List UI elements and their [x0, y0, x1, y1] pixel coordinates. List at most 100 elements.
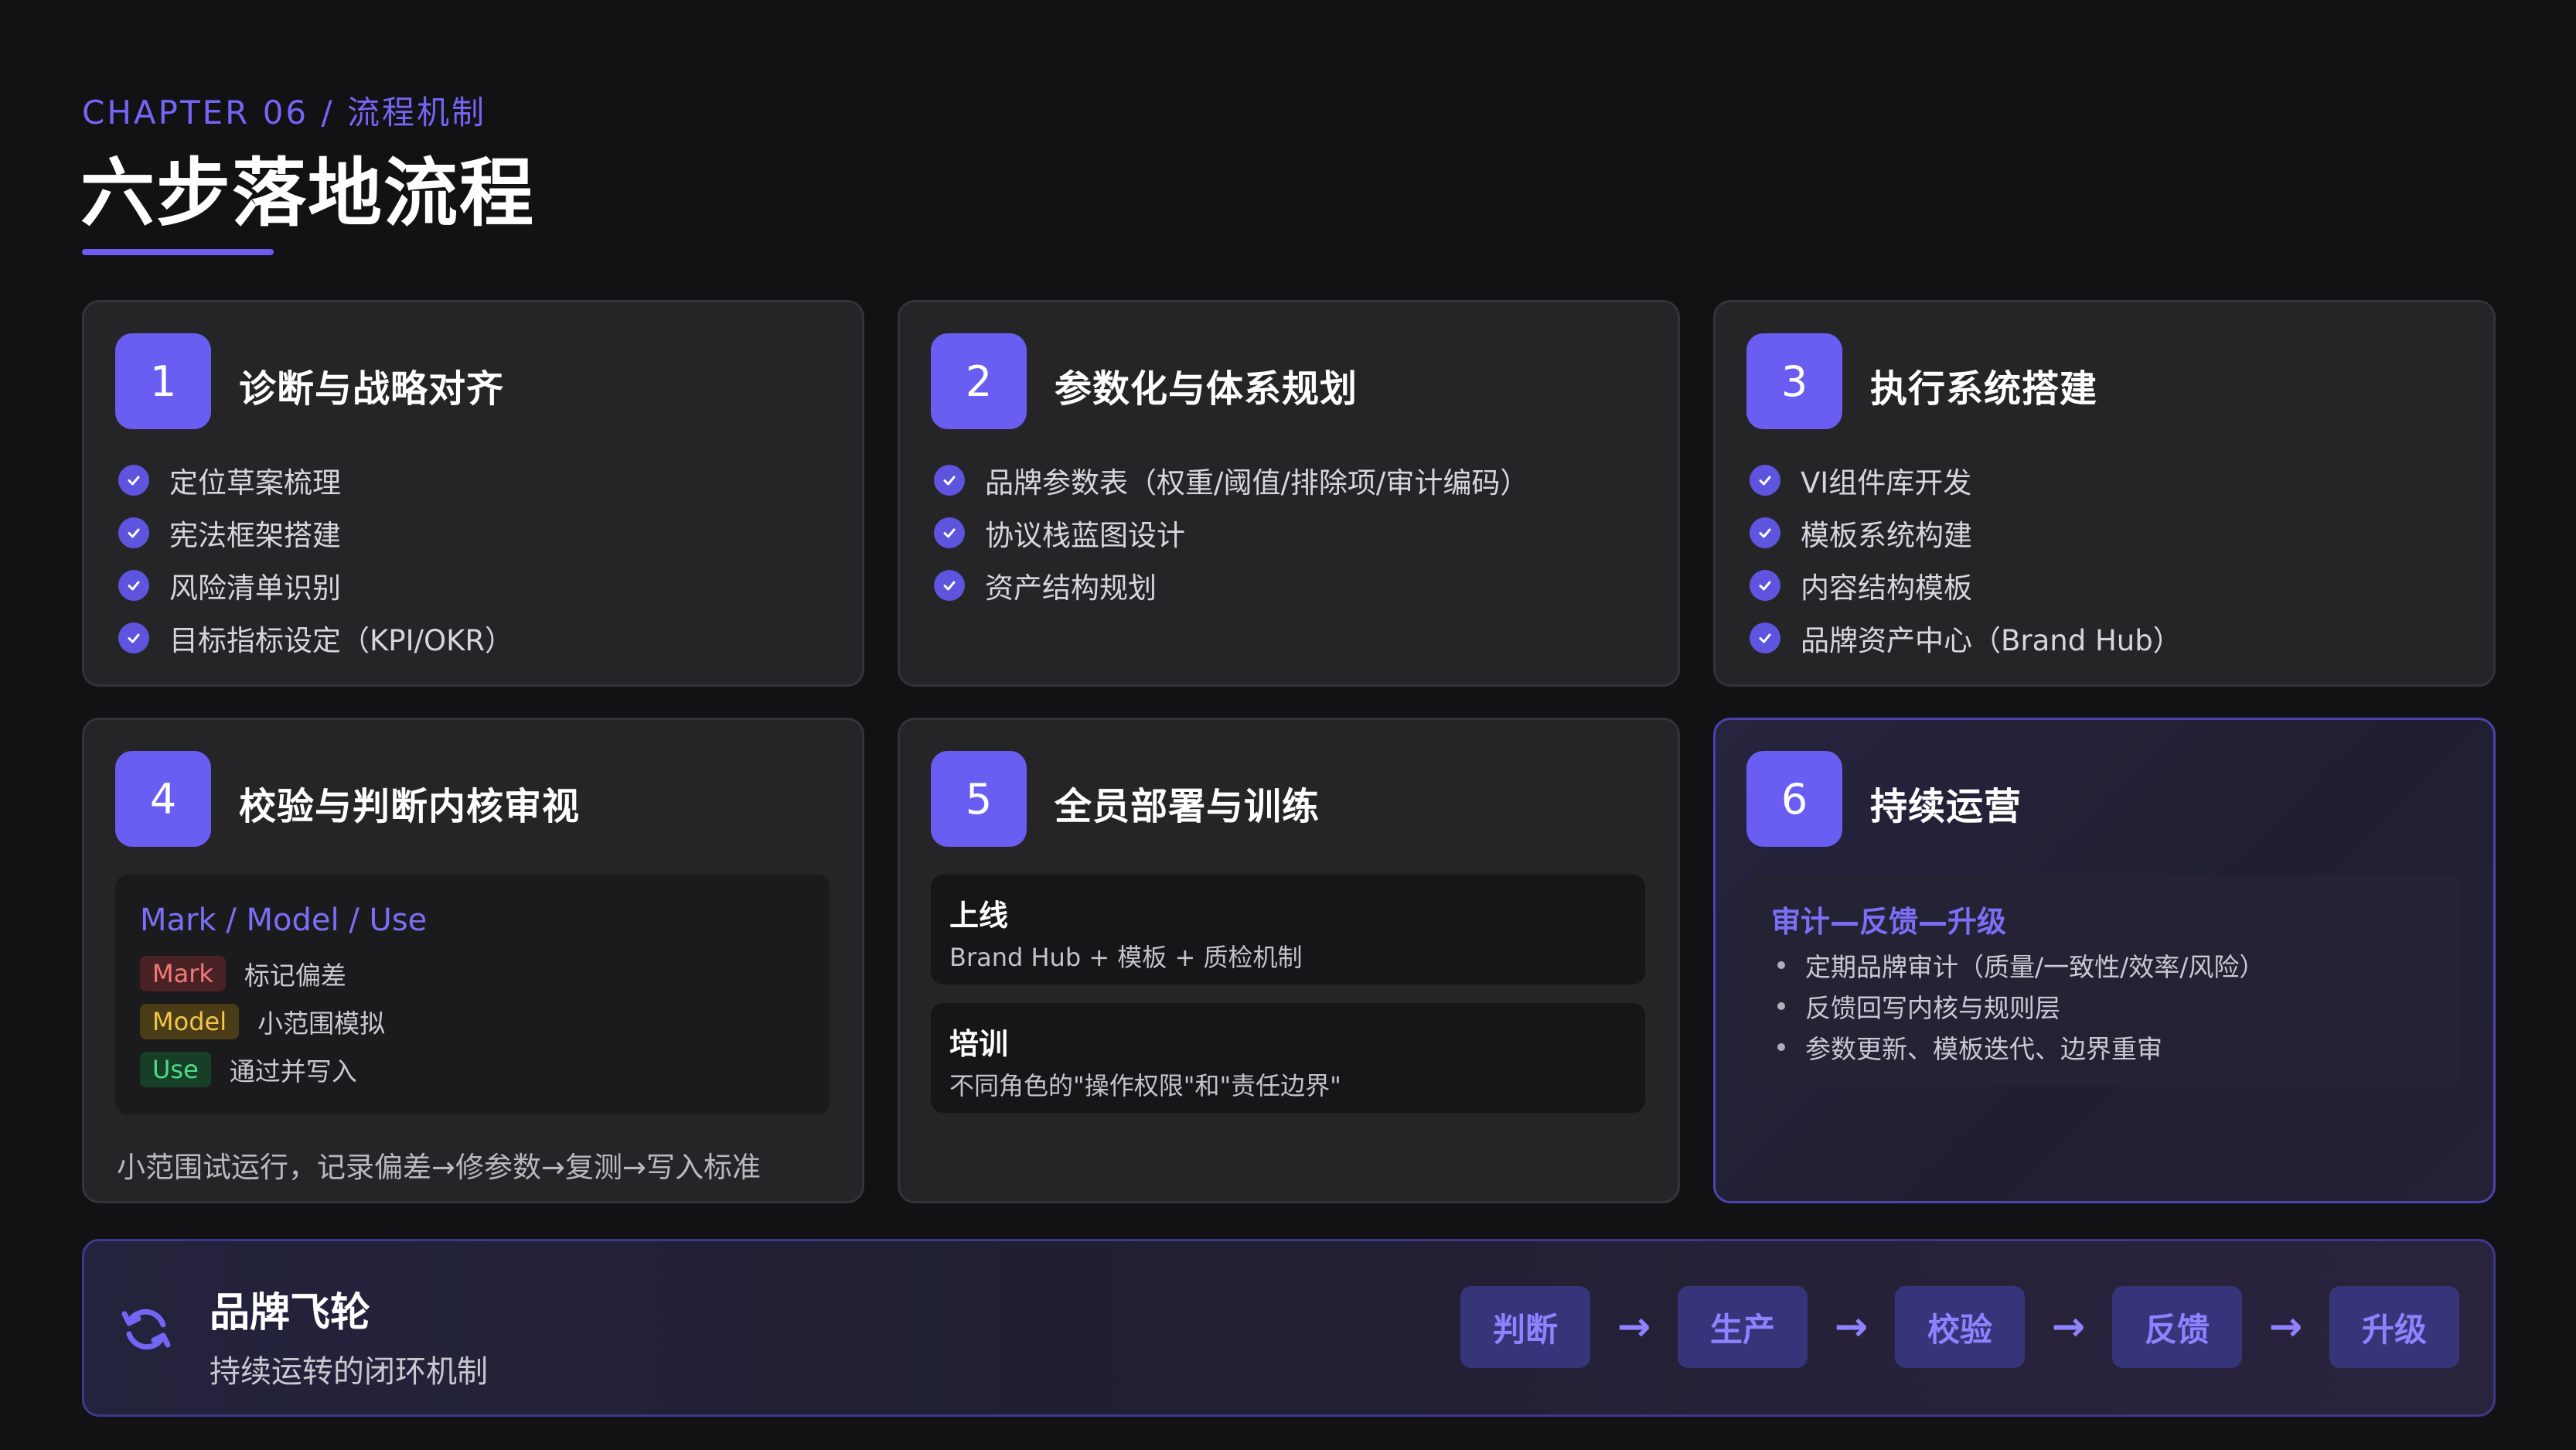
list-item: 品牌参数表（权重/阈值/排除项/审计编码）: [934, 454, 1528, 507]
tag-description: 通过并写入: [229, 1056, 357, 1087]
mark-tag: Mark: [140, 956, 226, 991]
step-checklist: 品牌参数表（权重/阈值/排除项/审计编码） 协议栈蓝图设计 资产结构规划: [934, 454, 1528, 612]
step-number-badge: 4: [115, 751, 211, 847]
mmu-panel: Mark / Model / Use Mark 标记偏差 Model 小范围模拟…: [115, 875, 830, 1114]
check-circle-icon: [118, 623, 149, 653]
arrow-right-icon: →: [2051, 1304, 2086, 1350]
step-card-4: 4 校验与判断内核审视 Mark / Model / Use Mark 标记偏差…: [82, 718, 864, 1203]
check-circle-icon: [1750, 517, 1780, 548]
step-number-badge: 6: [1746, 751, 1842, 847]
step-card-1: 1 诊断与战略对齐 定位草案梳理 宪法框架搭建 风险清单识别 目标指标设定（KP…: [82, 300, 864, 687]
check-circle-icon: [934, 517, 965, 548]
operations-panel: 审计—反馈—升级 定期品牌审计（质量/一致性/效率/风险） 反馈回写内核与规则层…: [1746, 875, 2461, 1087]
step-title: 参数化与体系规划: [1055, 367, 1358, 411]
arrow-right-icon: →: [1834, 1304, 1869, 1350]
step-number-badge: 5: [931, 751, 1027, 847]
block-title: 上线: [949, 899, 1009, 933]
step-checklist: VI组件库开发 模板系统构建 内容结构模板 品牌资产中心（Brand Hub）: [1750, 454, 2182, 664]
list-item-label: 资产结构规划: [985, 571, 1157, 605]
list-item: 协议栈蓝图设计: [934, 507, 1528, 559]
arrow-right-icon: →: [1617, 1304, 1651, 1350]
slide: CHAPTER 06 / 流程机制 六步落地流程 1 诊断与战略对齐 定位草案梳…: [0, 0, 2576, 1450]
list-item-label: 目标指标设定（KPI/OKR）: [169, 624, 514, 657]
list-item: 资产结构规划: [934, 559, 1528, 612]
mmu-panel-title: Mark / Model / Use: [140, 902, 428, 938]
check-circle-icon: [934, 570, 965, 601]
list-item: 宪法框架搭建: [118, 507, 513, 559]
flywheel-title: 品牌飞轮: [210, 1290, 371, 1336]
flywheel-stages: 判断 → 生产 → 校验 → 反馈 → 升级: [1460, 1286, 2459, 1368]
brand-flywheel-bar: 品牌飞轮 持续运转的闭环机制 判断 → 生产 → 校验 → 反馈 → 升级: [82, 1239, 2496, 1417]
check-circle-icon: [1750, 570, 1780, 601]
step-number-badge: 2: [931, 333, 1027, 429]
list-item-label: 参数更新、模板迭代、边界重审: [1805, 1033, 2162, 1064]
list-item: 品牌资产中心（Brand Hub）: [1750, 612, 2182, 664]
step-card-2: 2 参数化与体系规划 品牌参数表（权重/阈值/排除项/审计编码） 协议栈蓝图设计…: [898, 300, 1680, 687]
check-circle-icon: [1750, 623, 1780, 653]
step-card-5: 5 全员部署与训练 上线 Brand Hub + 模板 + 质检机制 培训 不同…: [898, 718, 1680, 1203]
operations-list: 定期品牌审计（质量/一致性/效率/风险） 反馈回写内核与规则层 参数更新、模板迭…: [1777, 944, 2264, 1067]
list-item: 目标指标设定（KPI/OKR）: [118, 612, 513, 664]
list-item-label: 品牌参数表（权重/阈值/排除项/审计编码）: [985, 466, 1529, 500]
stage-upgrade: 升级: [2329, 1286, 2459, 1368]
list-item: 定位草案梳理: [118, 454, 513, 507]
check-circle-icon: [118, 465, 149, 496]
tag-description: 小范围模拟: [257, 1008, 386, 1039]
launch-block: 上线 Brand Hub + 模板 + 质检机制: [931, 875, 1645, 984]
training-block: 培训 不同角色的"操作权限"和"责任边界": [931, 1003, 1645, 1113]
check-circle-icon: [1750, 465, 1780, 496]
step-checklist: 定位草案梳理 宪法框架搭建 风险清单识别 目标指标设定（KPI/OKR）: [118, 454, 513, 664]
list-item-label: 协议栈蓝图设计: [985, 519, 1185, 552]
step-footnote: 小范围试运行，记录偏差→修参数→复测→写入标准: [117, 1151, 762, 1184]
tag-row-mark: Mark 标记偏差: [140, 955, 346, 992]
list-item: 模板系统构建: [1750, 507, 2182, 559]
step-number-badge: 1: [115, 333, 211, 429]
step-title: 持续运营: [1870, 785, 2022, 828]
list-item-label: 风险清单识别: [169, 571, 341, 605]
list-item-label: 定期品牌审计（质量/一致性/效率/风险）: [1805, 951, 2265, 982]
list-item: 反馈回写内核与规则层: [1777, 985, 2264, 1026]
use-tag: Use: [140, 1052, 211, 1087]
list-item: 参数更新、模板迭代、边界重审: [1777, 1026, 2264, 1067]
step-title: 校验与判断内核审视: [239, 785, 581, 828]
flywheel-subtitle: 持续运转的闭环机制: [210, 1354, 488, 1390]
list-item: 内容结构模板: [1750, 559, 2182, 612]
title-underline: [82, 249, 274, 255]
list-item: VI组件库开发: [1750, 454, 2182, 507]
stage-judge: 判断: [1460, 1286, 1590, 1368]
list-item-label: VI组件库开发: [1801, 466, 1972, 500]
list-item-label: 品牌资产中心（Brand Hub）: [1801, 624, 2182, 657]
list-item-label: 模板系统构建: [1801, 519, 1972, 552]
list-item-label: 内容结构模板: [1801, 571, 1972, 605]
tag-row-use: Use 通过并写入: [140, 1051, 357, 1088]
page-title: 六步落地流程: [80, 150, 535, 237]
step-title: 执行系统搭建: [1870, 367, 2098, 411]
list-item-label: 宪法框架搭建: [169, 519, 341, 552]
list-item: 风险清单识别: [118, 559, 513, 612]
bullet-icon: [1777, 960, 1785, 969]
stage-feedback: 反馈: [2112, 1286, 2242, 1368]
list-item: 定期品牌审计（质量/一致性/效率/风险）: [1777, 944, 2264, 985]
step-card-6: 6 持续运营 审计—反馈—升级 定期品牌审计（质量/一致性/效率/风险） 反馈回…: [1713, 718, 2496, 1203]
bullet-icon: [1777, 1001, 1785, 1010]
list-item-label: 定位草案梳理: [169, 466, 341, 500]
step-card-3: 3 执行系统搭建 VI组件库开发 模板系统构建 内容结构模板 品牌资产中心（Br…: [1713, 300, 2496, 687]
step-title: 全员部署与训练: [1055, 785, 1320, 828]
check-circle-icon: [118, 517, 149, 548]
tag-row-model: Model 小范围模拟: [140, 1003, 385, 1040]
list-item-label: 反馈回写内核与规则层: [1805, 992, 2060, 1023]
block-description: Brand Hub + 模板 + 质检机制: [949, 943, 1303, 972]
arrow-right-icon: →: [2268, 1304, 2303, 1350]
bullet-icon: [1777, 1042, 1785, 1051]
block-description: 不同角色的"操作权限"和"责任边界": [949, 1071, 1341, 1100]
tag-description: 标记偏差: [244, 960, 346, 991]
step-number-badge: 3: [1746, 333, 1842, 429]
stage-produce: 生产: [1678, 1286, 1808, 1368]
stage-verify: 校验: [1895, 1286, 2025, 1368]
check-circle-icon: [934, 465, 965, 496]
step-title: 诊断与战略对齐: [239, 367, 505, 411]
block-title: 培训: [949, 1027, 1009, 1061]
model-tag: Model: [140, 1004, 240, 1039]
check-circle-icon: [118, 570, 149, 601]
refresh-icon: [121, 1308, 171, 1350]
